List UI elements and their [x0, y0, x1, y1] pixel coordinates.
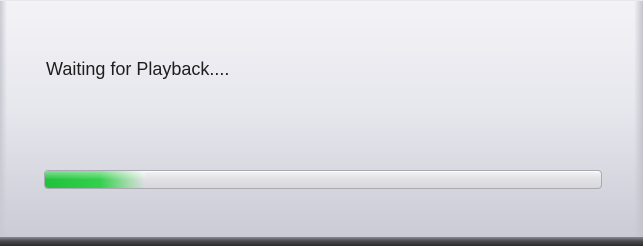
status-message: Waiting for Playback.... — [46, 59, 230, 79]
dialog-left-edge — [0, 1, 7, 246]
dialog-right-edge — [634, 1, 643, 246]
progress-bar-fill — [45, 171, 146, 188]
dialog-bottom-edge — [0, 237, 643, 246]
progress-bar — [44, 170, 602, 189]
waiting-dialog: Waiting for Playback.... — [0, 0, 643, 246]
